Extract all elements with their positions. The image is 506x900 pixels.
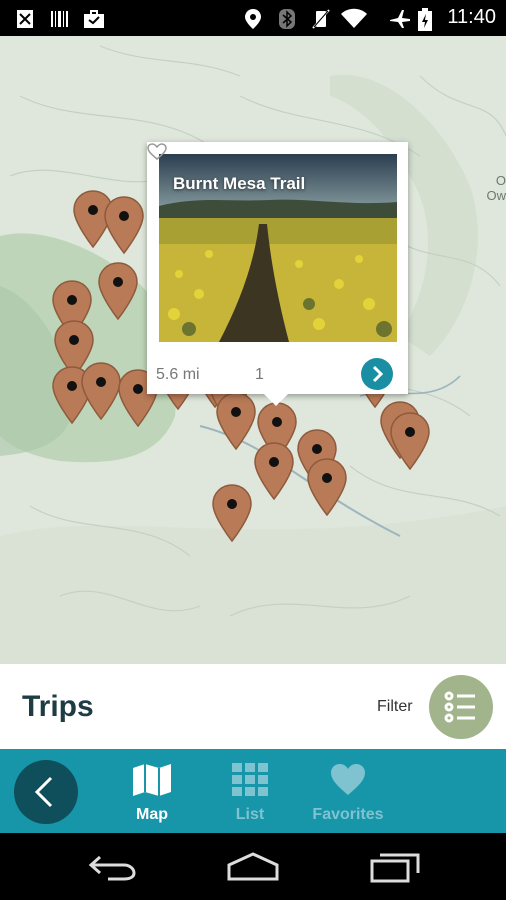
filter-label[interactable]: Filter (377, 698, 413, 716)
system-nav-bar (0, 833, 506, 900)
trail-marker-pin[interactable] (215, 392, 257, 450)
tab-map[interactable]: Map (102, 749, 202, 833)
open-trail-button[interactable] (361, 358, 393, 390)
briefcase-icon (84, 10, 104, 28)
trail-marker-pin[interactable] (389, 412, 431, 470)
barcode-icon (51, 11, 68, 27)
popup-pointer (262, 392, 290, 406)
trail-popup-card[interactable]: Burnt Mesa Trail 5.6 mi 1 (147, 142, 408, 394)
status-clock: 11:40 (447, 6, 496, 28)
heart-icon[interactable] (147, 142, 167, 162)
trail-title: Burnt Mesa Trail (173, 174, 306, 193)
tab-list[interactable]: List (200, 749, 300, 833)
trail-photo[interactable]: Burnt Mesa Trail (159, 154, 397, 342)
trail-distance: 5.6 mi (156, 366, 200, 383)
back-arrow-icon (34, 776, 53, 808)
trail-marker-pin[interactable] (97, 262, 139, 320)
trail-marker-pin[interactable] (211, 484, 253, 542)
trail-marker-pin[interactable] (253, 442, 295, 500)
trail-marker-pin[interactable] (103, 196, 145, 254)
tab-favorites[interactable]: Favorites (298, 749, 398, 833)
tab-label: Map (136, 806, 168, 823)
location-icon (245, 9, 261, 29)
map-place-label: O (495, 173, 506, 188)
bluetooth-icon (279, 9, 295, 29)
chevron-right-icon (372, 365, 384, 383)
system-home-icon[interactable] (226, 851, 280, 881)
system-back-icon[interactable] (88, 853, 138, 881)
map-place-label: Ow (486, 188, 506, 203)
notification-icon (17, 10, 33, 28)
grid-icon (232, 763, 268, 796)
vibrate-off-icon (312, 9, 330, 29)
battery-icon (418, 8, 432, 31)
trail-map[interactable]: O Ow Burnt Mesa Trail 5.6 mi 1 (0, 36, 506, 664)
bottom-nav: Map List Favorites (0, 749, 506, 833)
back-button[interactable] (14, 760, 78, 824)
trips-panel: Trips Filter (0, 664, 506, 749)
status-bar: 11:40 (0, 0, 506, 36)
trail-marker-pin[interactable] (80, 362, 122, 420)
airplane-icon (390, 10, 410, 28)
trail-marker-pin[interactable] (306, 458, 348, 516)
filter-button[interactable] (429, 675, 493, 739)
trail-like-count: 1 (255, 366, 264, 383)
list-icon (444, 691, 475, 723)
map-icon (133, 764, 171, 796)
heart-icon (331, 764, 365, 795)
wifi-icon (341, 8, 367, 28)
page-title: Trips (22, 690, 94, 723)
tab-label: Favorites (312, 806, 384, 823)
tab-label: List (235, 806, 265, 823)
system-recents-icon[interactable] (369, 851, 421, 883)
